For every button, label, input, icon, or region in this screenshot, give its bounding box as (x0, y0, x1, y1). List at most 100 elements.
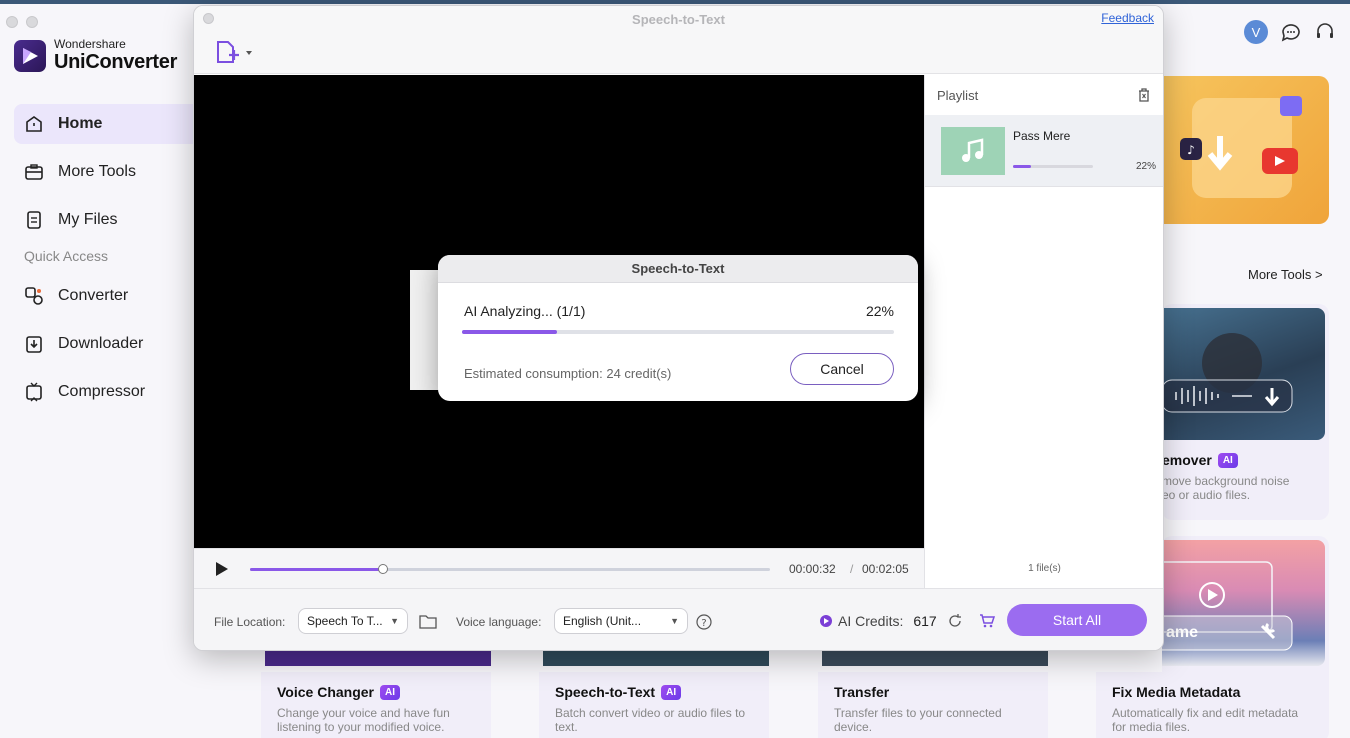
playlist-heading: Playlist (937, 87, 979, 103)
playlist-item-name: Pass Mere (1013, 128, 1071, 143)
refresh-icon[interactable] (947, 613, 963, 629)
file-location-value: Speech To T... (307, 614, 383, 628)
card-description: Transfer files to your connected device. (834, 706, 1002, 734)
ai-badge: AI (380, 684, 400, 700)
dialog-progress-fill (462, 330, 558, 334)
card-title: Speech-to-Text (555, 684, 656, 700)
add-file-icon (217, 41, 239, 63)
dialog-progress-bar (462, 330, 894, 334)
compressor-icon (26, 382, 42, 402)
time-separator: / (850, 562, 854, 576)
seek-bar[interactable] (250, 564, 770, 574)
playlist-item-progress-bar (1013, 164, 1093, 168)
playlist-item-percent: 22% (1135, 160, 1156, 172)
sidebar-item-my-files[interactable]: My Files (14, 200, 194, 240)
rename-illustration-icon (1162, 561, 1293, 651)
audio-waveform-icon (1162, 333, 1293, 413)
playlist-file-count: 1 file(s) (1028, 563, 1061, 574)
sidebar-item-label: Home (58, 115, 103, 132)
playlist-item-progress-fill (1013, 164, 1031, 168)
playlist-item[interactable]: Pass Mere 22% (925, 115, 1163, 187)
add-file-button[interactable] (214, 40, 254, 66)
card-title: emover AI (1162, 452, 1322, 468)
user-avatar[interactable]: V (1244, 20, 1268, 44)
card-transfer[interactable]: Transfer Transfer files to your connecte… (818, 672, 1048, 738)
window-controls[interactable] (6, 16, 38, 28)
close-window-button[interactable] (6, 16, 18, 28)
home-icon (26, 116, 42, 132)
music-note-icon (962, 137, 984, 162)
seek-bar-knob[interactable] (378, 564, 389, 574)
headset-support-icon[interactable] (1314, 21, 1336, 43)
chevron-down-icon[interactable] (244, 48, 254, 58)
sidebar-item-downloader[interactable]: Downloader (14, 324, 194, 364)
sidebar: Home More Tools My Files Quick Access Co… (14, 104, 194, 420)
ai-credits-value: 617 (913, 613, 937, 629)
card-title: Voice Changer (277, 684, 374, 700)
feedback-link[interactable]: Feedback (1101, 11, 1154, 25)
promo-banner-downloader[interactable]: ♪ (1162, 76, 1329, 224)
card-fix-media-metadata[interactable]: Fix Media Metadata Automatically fix and… (1096, 672, 1326, 738)
file-location-select[interactable]: Speech To T... ▼ (298, 608, 408, 634)
transfer-thumbnail (822, 650, 1048, 666)
sidebar-item-label: More Tools (58, 163, 136, 180)
converter-icon (25, 287, 43, 305)
card-noise-remover[interactable]: emover AI move background noise eo or au… (1162, 304, 1329, 520)
start-all-button[interactable]: Start All (1007, 604, 1147, 636)
play-button[interactable] (216, 562, 228, 576)
brand-company: Wondershare (54, 37, 126, 51)
dialog-status: AI Analyzing... (1/1) (464, 303, 586, 319)
svg-text:♪: ♪ (1187, 143, 1195, 157)
sidebar-item-label: Converter (58, 287, 129, 304)
audio-thumbnail (941, 126, 1005, 175)
help-icon[interactable]: ? (696, 614, 712, 630)
brand: Wondershare UniConverter (14, 38, 177, 73)
noise-remover-thumbnail (1162, 308, 1325, 440)
minimize-window-button[interactable] (26, 16, 38, 28)
svg-text:?: ? (701, 618, 706, 629)
files-icon (27, 211, 41, 229)
card-description: Batch convert video or audio files to te… (555, 706, 746, 734)
downloader-illustration-icon: ♪ (1180, 96, 1302, 198)
clear-playlist-icon[interactable] (1136, 87, 1152, 103)
rename-thumbnail: ame (1162, 540, 1325, 666)
file-location-label: File Location: (214, 615, 286, 629)
card-description: move background noise eo or audio files. (1162, 474, 1290, 502)
cart-icon[interactable] (979, 613, 995, 629)
total-time: 00:02:05 (862, 562, 909, 576)
dialog-title: Speech-to-Text (438, 255, 918, 283)
voice-changer-thumbnail (265, 650, 491, 666)
card-speech-to-text[interactable]: Speech-to-Text AI Batch convert video or … (539, 672, 769, 738)
card-voice-changer[interactable]: Voice Changer AI Change your voice and ha… (261, 672, 491, 738)
top-right-icons: V (1244, 20, 1336, 44)
sidebar-item-label: My Files (58, 211, 118, 228)
chevron-down-icon: ▼ (390, 616, 399, 626)
uniconverter-logo-icon (14, 39, 46, 72)
voice-language-value: English (Unit... (563, 614, 642, 628)
rename-overlay-text: ame (1166, 624, 1199, 641)
folder-icon[interactable] (419, 613, 437, 629)
sidebar-item-label: Downloader (58, 335, 144, 352)
downloader-icon (26, 336, 42, 353)
ai-credits-icon (820, 615, 832, 627)
current-time: 00:00:32 (789, 562, 836, 576)
sidebar-item-more-tools[interactable]: More Tools (14, 152, 194, 192)
message-icon[interactable] (1280, 21, 1302, 43)
quick-access-heading: Quick Access (24, 248, 109, 264)
ai-credits: AI Credits: 617 (820, 613, 995, 629)
card-title: Fix Media Metadata (1112, 684, 1241, 700)
card-description: Automatically fix and edit metadata for … (1112, 706, 1299, 734)
sidebar-item-converter[interactable]: Converter (14, 276, 194, 316)
player-controls: 00:00:32 / 00:02:05 (194, 548, 924, 588)
sidebar-item-compressor[interactable]: Compressor (14, 372, 194, 412)
ai-badge: AI (1217, 452, 1238, 468)
cancel-button[interactable]: Cancel (790, 353, 894, 385)
voice-language-select[interactable]: English (Unit... ▼ (554, 608, 688, 634)
brand-product: UniConverter (54, 51, 178, 73)
ai-credits-label: AI Credits: (838, 613, 904, 629)
toolbox-icon (25, 164, 43, 180)
voice-language-label: Voice language: (456, 615, 542, 629)
more-tools-link[interactable]: More Tools > (1248, 267, 1323, 282)
sidebar-item-home[interactable]: Home (14, 104, 194, 144)
ai-badge: AI (661, 684, 682, 700)
